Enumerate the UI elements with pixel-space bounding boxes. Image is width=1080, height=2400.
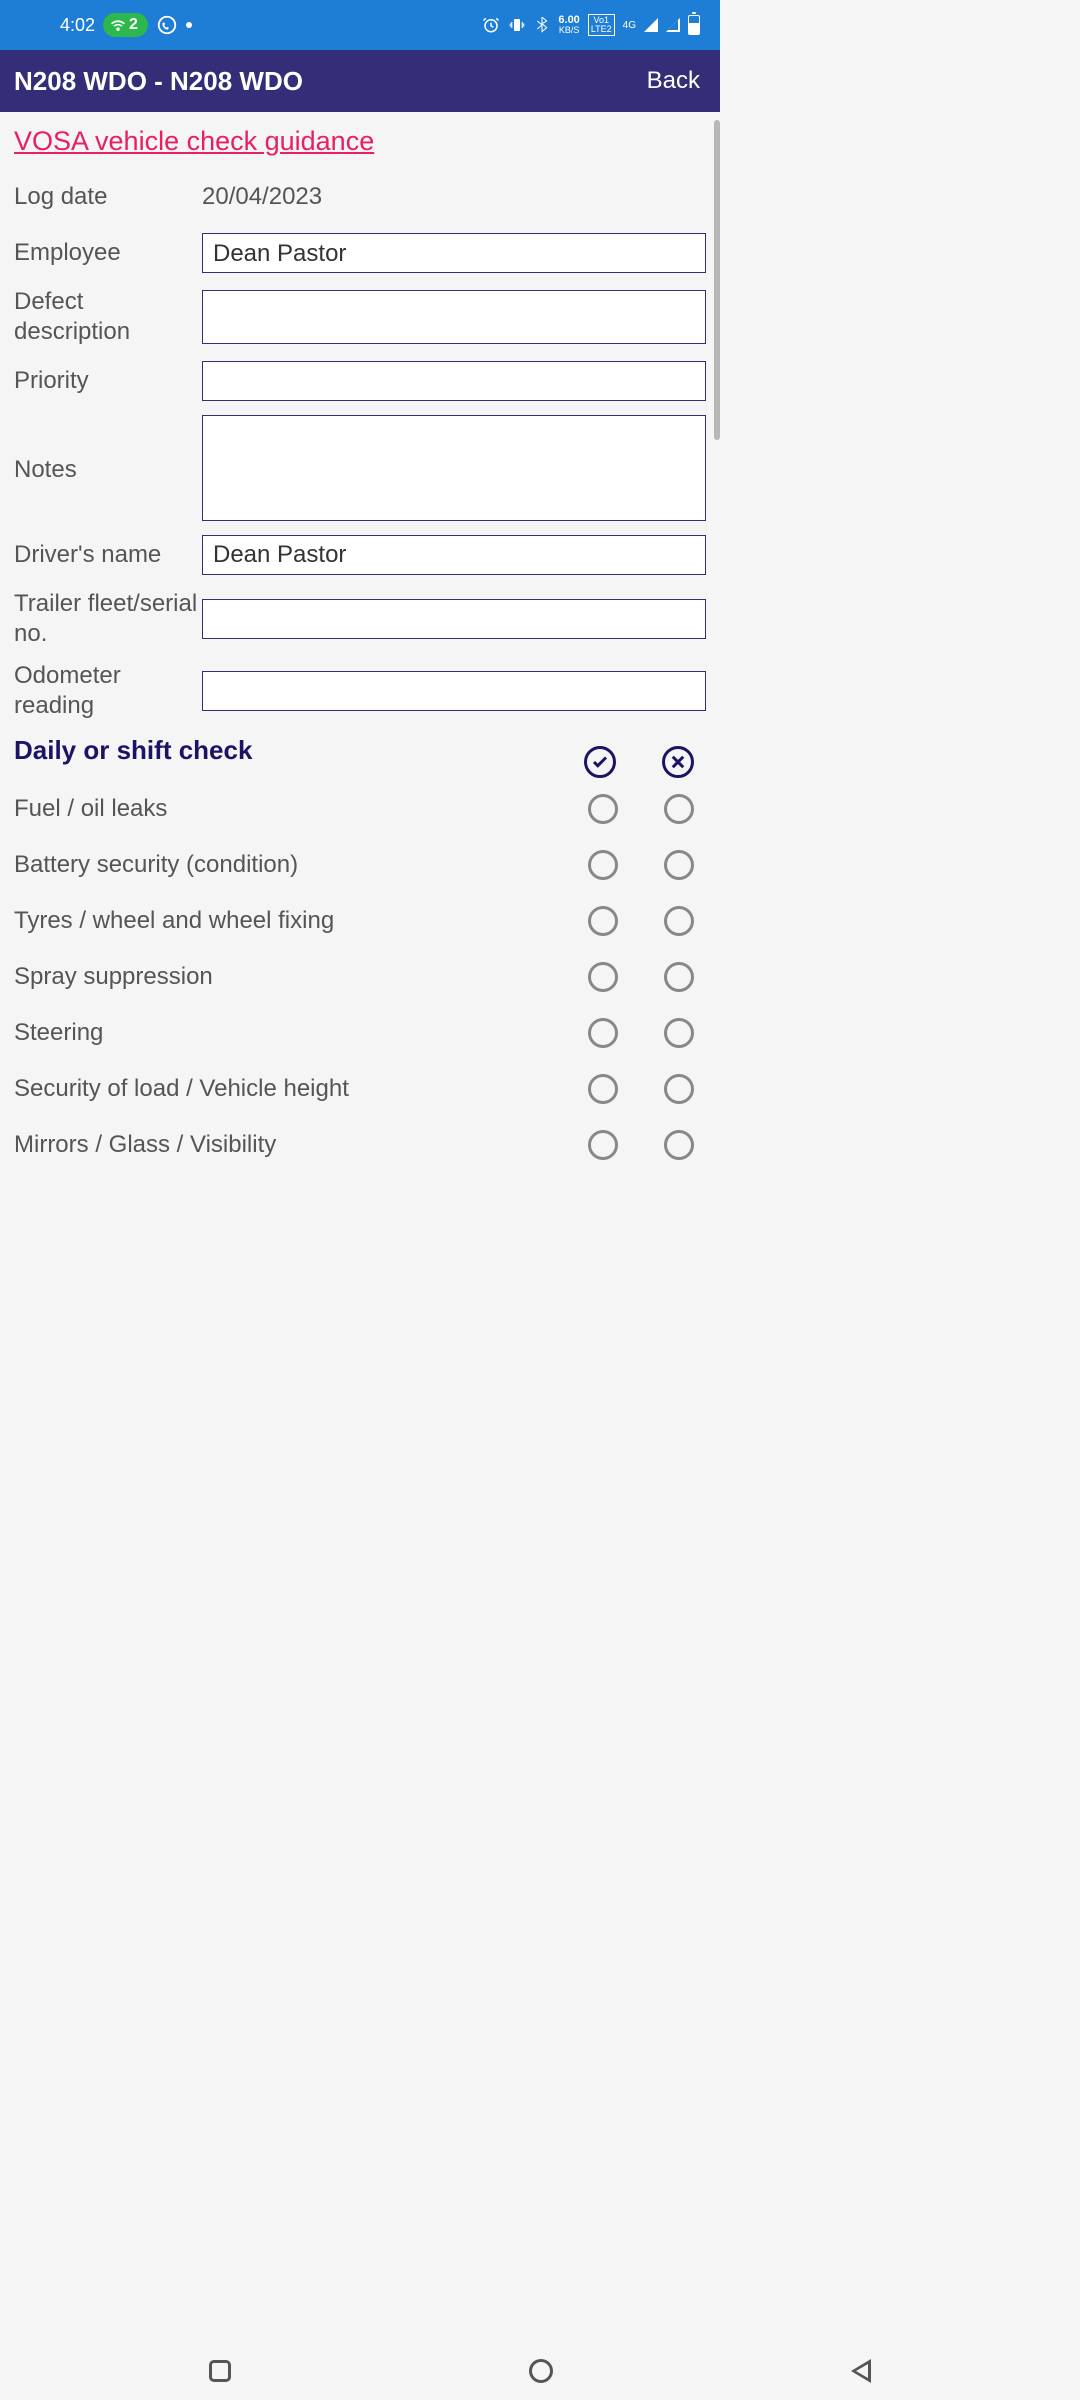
check-row: Spray suppression [14, 954, 706, 1000]
employee-row: Employee Dean Pastor [14, 231, 706, 275]
wifi-icon [111, 18, 125, 32]
log-date-label: Log date [14, 182, 202, 212]
android-nav-bar [0, 2342, 1080, 2400]
odometer-label: Odometer reading [14, 661, 202, 721]
nav-recent-icon[interactable] [209, 2360, 231, 2382]
check-fail-radio[interactable] [664, 906, 694, 936]
trailer-input[interactable] [202, 599, 706, 639]
notes-row: Notes [14, 415, 706, 521]
signal-icon-2 [666, 18, 680, 32]
vosa-guidance-link[interactable]: VOSA vehicle check guidance [14, 126, 706, 157]
trailer-label: Trailer fleet/serial no. [14, 589, 202, 649]
defect-input[interactable] [202, 290, 706, 344]
check-fail-radio[interactable] [664, 1074, 694, 1104]
driver-label: Driver's name [14, 540, 202, 570]
check-row: Mirrors / Glass / Visibility [14, 1122, 706, 1168]
employee-select[interactable]: Dean Pastor [202, 233, 706, 273]
check-row: Steering [14, 1010, 706, 1056]
scrollbar[interactable] [714, 120, 720, 440]
check-pass-radio[interactable] [588, 962, 618, 992]
bluetooth-icon [534, 17, 550, 33]
data-speed: 6.00 KB/S [558, 15, 579, 35]
wifi-badge: 2 [103, 13, 148, 37]
driver-input[interactable] [202, 535, 706, 575]
odometer-input[interactable] [202, 671, 706, 711]
check-fail-radio[interactable] [664, 850, 694, 880]
log-date-value: 20/04/2023 [202, 183, 322, 211]
employee-label: Employee [14, 238, 202, 268]
check-fail-radio[interactable] [664, 1130, 694, 1160]
driver-row: Driver's name [14, 533, 706, 577]
check-fail-icon [662, 746, 694, 778]
whatsapp-icon [156, 14, 178, 36]
trailer-row: Trailer fleet/serial no. [14, 589, 706, 649]
check-label: Fuel / oil leaks [14, 794, 588, 824]
notes-textarea[interactable] [202, 415, 706, 521]
nav-back-icon[interactable] [851, 2359, 871, 2383]
check-label: Spray suppression [14, 962, 588, 992]
check-pass-radio[interactable] [588, 1074, 618, 1104]
check-label: Steering [14, 1018, 588, 1048]
nav-home-icon[interactable] [529, 2359, 553, 2383]
defect-label: Defect description [14, 287, 202, 347]
check-label: Battery security (condition) [14, 850, 588, 880]
check-label: Mirrors / Glass / Visibility [14, 1130, 588, 1160]
check-pass-radio[interactable] [588, 1130, 618, 1160]
check-pass-radio[interactable] [588, 906, 618, 936]
status-bar: 4:02 2 6.00 KB/S Vo1 LTE2 4G [0, 0, 720, 50]
check-pass-icon [584, 746, 616, 778]
lte-badge: Vo1 LTE2 [588, 14, 615, 36]
battery-icon [688, 15, 700, 35]
check-pass-radio[interactable] [588, 794, 618, 824]
priority-label: Priority [14, 366, 202, 396]
log-date-row: Log date 20/04/2023 [14, 175, 706, 219]
check-row: Fuel / oil leaks [14, 786, 706, 832]
check-label: Security of load / Vehicle height [14, 1074, 588, 1104]
alarm-icon [482, 16, 500, 34]
notification-dot-icon [186, 22, 192, 28]
vibrate-icon [508, 16, 526, 34]
priority-row: Priority [14, 359, 706, 403]
check-fail-radio[interactable] [664, 794, 694, 824]
check-pass-radio[interactable] [588, 850, 618, 880]
main-content: VOSA vehicle check guidance Log date 20/… [0, 112, 720, 1542]
network-type: 4G [623, 20, 636, 31]
signal-icon [644, 18, 658, 32]
check-fail-radio[interactable] [664, 962, 694, 992]
page-title: N208 WDO - N208 WDO [14, 66, 303, 97]
defect-row: Defect description [14, 287, 706, 347]
status-time: 4:02 [60, 15, 95, 36]
check-pass-radio[interactable] [588, 1018, 618, 1048]
check-row: Battery security (condition) [14, 842, 706, 888]
check-row: Security of load / Vehicle height [14, 1066, 706, 1112]
check-row: Tyres / wheel and wheel fixing [14, 898, 706, 944]
check-label: Tyres / wheel and wheel fixing [14, 906, 588, 936]
back-button[interactable]: Back [647, 67, 700, 95]
check-fail-radio[interactable] [664, 1018, 694, 1048]
priority-select[interactable] [202, 361, 706, 401]
app-header: N208 WDO - N208 WDO Back [0, 50, 720, 112]
notes-label: Notes [14, 415, 202, 485]
odometer-row: Odometer reading [14, 661, 706, 721]
